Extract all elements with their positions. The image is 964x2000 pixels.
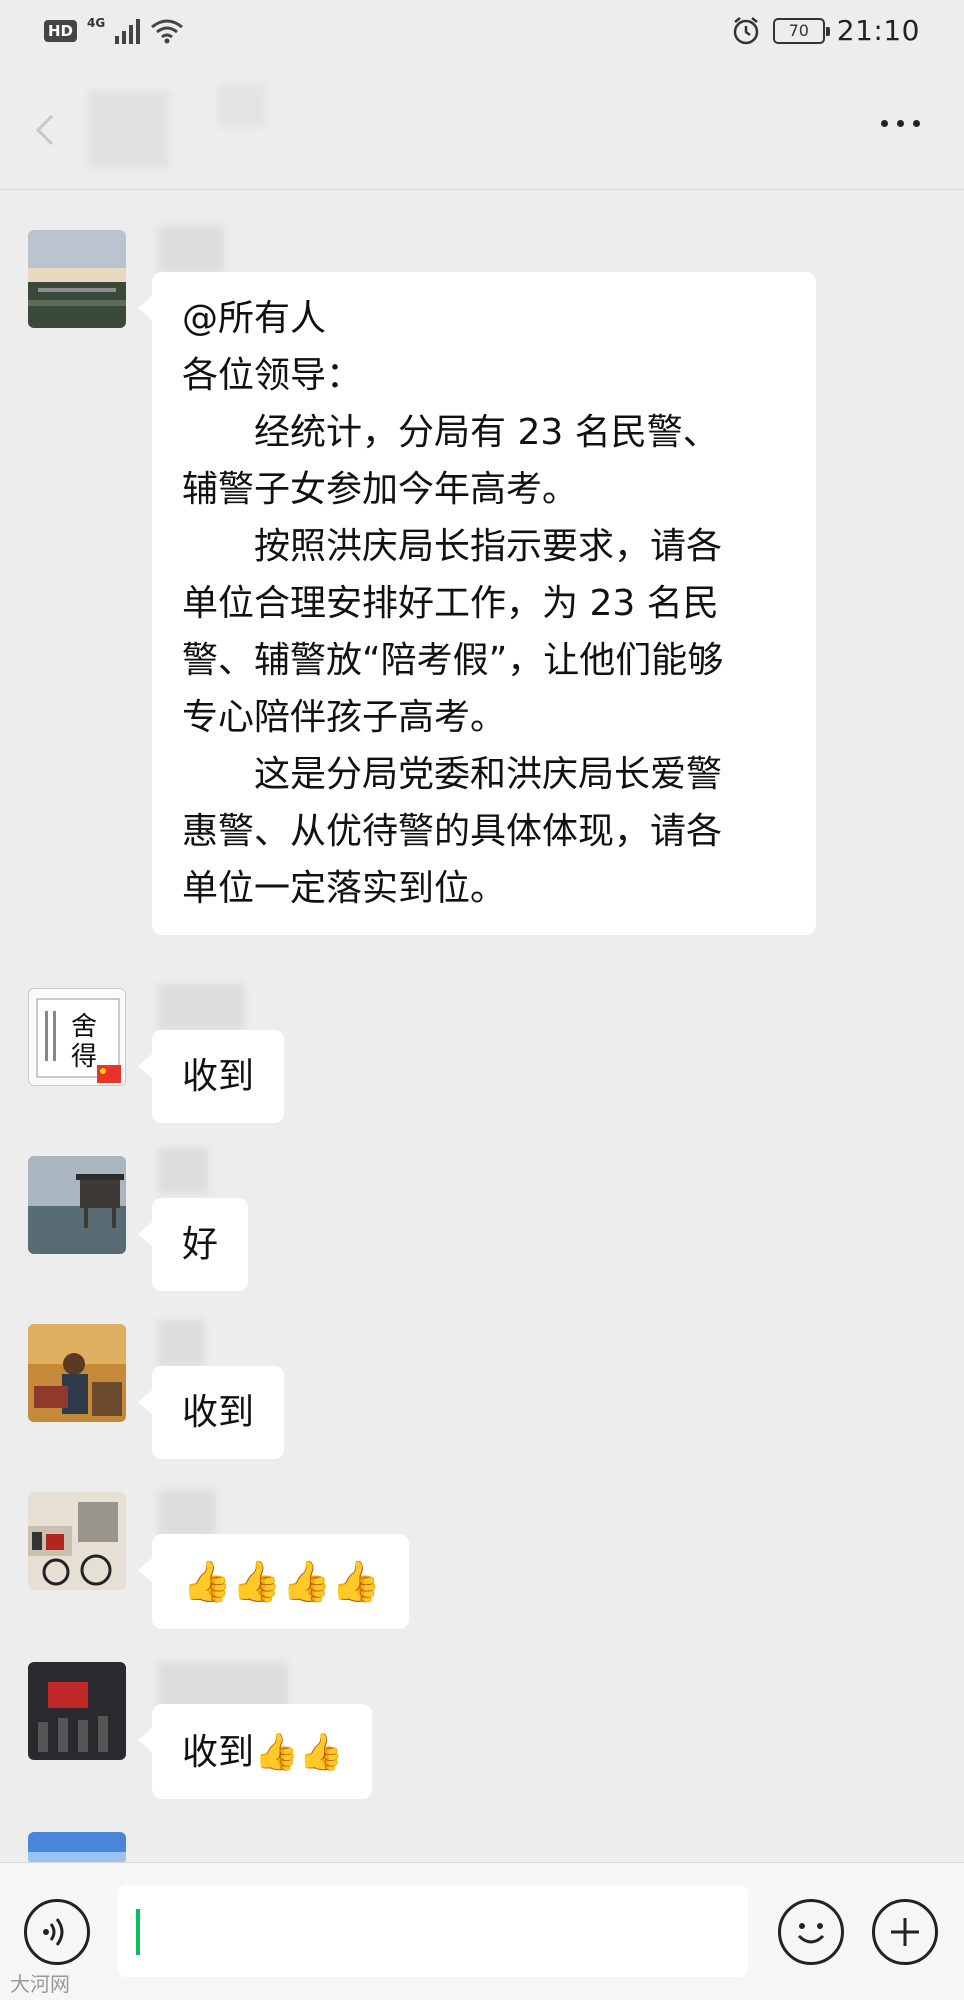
wifi-icon (151, 19, 184, 44)
alarm-icon (733, 16, 759, 44)
message-text: 收到 (182, 1392, 255, 1433)
status-bar: HD 4G 70 21:10 (0, 0, 964, 72)
watermark-text: 大河网 (10, 1972, 70, 1996)
plus-icon (891, 1918, 919, 1946)
message-bubble[interactable]: 收到👍👍 (138, 1704, 372, 1799)
chat-title-redacted (88, 90, 170, 168)
message-line: 专心陪伴孩子高考。 (182, 697, 507, 738)
thumbs-up-emoji: 👍👍👍👍 (182, 1558, 382, 1605)
message-line: 各位领导： (182, 355, 363, 396)
sender-name-redacted (158, 1320, 204, 1366)
message-text: 好 (182, 1224, 219, 1265)
message-bubble[interactable]: 👍👍👍👍 (137, 1534, 410, 1629)
avatar[interactable]: 舍 得 (28, 988, 126, 1086)
voice-input-button[interactable] (24, 1899, 90, 1965)
message-bubble[interactable]: 好 (137, 1198, 249, 1291)
message-bubble[interactable]: 收到 (137, 1366, 285, 1459)
message-input[interactable] (118, 1885, 748, 1977)
hd-badge: HD (44, 20, 78, 42)
network-type: 4G (87, 16, 106, 30)
sender-name-redacted (158, 1662, 288, 1708)
sender-name-redacted (158, 1490, 216, 1536)
emoji-button[interactable] (778, 1899, 844, 1965)
message-line: 这是分局党委和洪庆局长爱警 (254, 754, 723, 795)
input-bar (0, 1862, 964, 2000)
back-icon[interactable] (30, 112, 66, 148)
message-line: 按照洪庆局长指示要求，请各 (254, 526, 723, 567)
signal-icon (115, 18, 141, 44)
message-bubble[interactable]: 收到 (137, 1030, 285, 1123)
message-text: 收到 (182, 1056, 255, 1097)
message-bubble[interactable]: @所有人 各位领导： 经统计，分局有 23 名民警、 辅警子女参加今年高考。 按… (138, 272, 816, 935)
sender-name-redacted (158, 984, 244, 1030)
sender-name-redacted (158, 1148, 208, 1194)
message-text: 收到👍👍 (182, 1731, 344, 1773)
avatar[interactable] (28, 1832, 126, 1864)
chat-title-redacted (218, 84, 266, 128)
avatar-calligraphy-char: 舍 (71, 1012, 97, 1042)
voice-icon (43, 1918, 64, 1946)
message-line: @所有人 (182, 298, 327, 339)
message-line: 单位一定落实到位。 (182, 868, 507, 909)
message-line: 警、辅警放“陪考假”，让他们能够 (182, 640, 724, 681)
avatar[interactable] (28, 1156, 126, 1254)
sender-name-redacted (158, 226, 224, 272)
more-options-icon[interactable] (881, 120, 920, 127)
text-caret (136, 1909, 140, 1955)
clock: 21:10 (836, 14, 920, 47)
chat-header (0, 72, 964, 190)
emoji-icon (797, 1923, 825, 1944)
battery-indicator: 70 (772, 17, 830, 44)
message-line: 惠警、从优待警的具体体现，请各 (182, 811, 723, 852)
avatar[interactable] (28, 230, 126, 328)
avatar[interactable] (28, 1324, 126, 1422)
more-functions-button[interactable] (872, 1899, 938, 1965)
message-line: 辅警子女参加今年高考。 (182, 469, 579, 510)
message-line: 单位合理安排好工作，为 23 名民 (182, 583, 719, 624)
avatar-calligraphy-char: 得 (71, 1042, 97, 1072)
avatar[interactable] (28, 1662, 126, 1760)
message-line: 经统计，分局有 23 名民警、 (254, 412, 719, 453)
avatar[interactable] (28, 1492, 126, 1590)
